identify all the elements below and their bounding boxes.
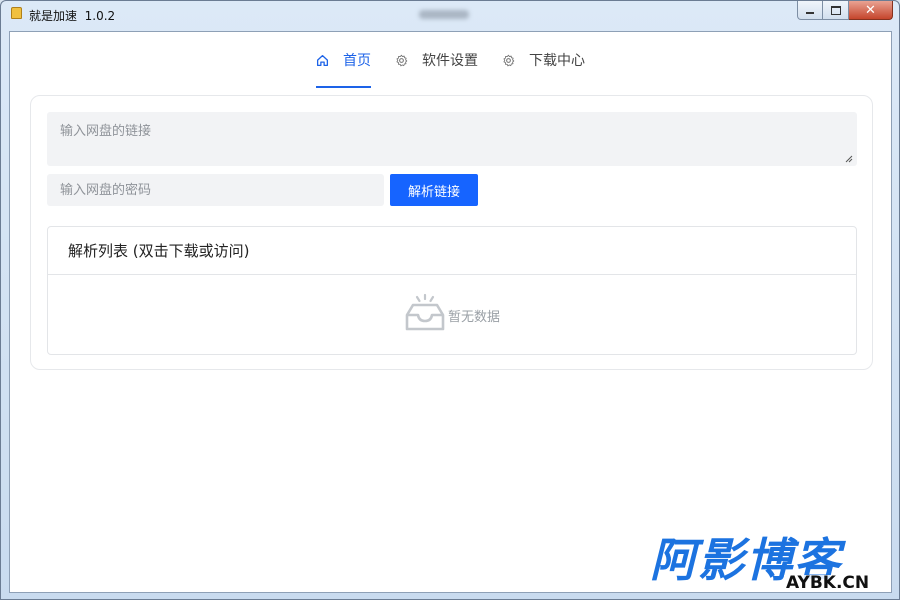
parse-link-button[interactable]: 解析链接	[390, 174, 478, 206]
empty-state: 暂无数据	[48, 276, 856, 354]
empty-state-text: 暂无数据	[447, 309, 500, 325]
window-title: 就是加速 1.0.2	[29, 9, 116, 23]
maximize-button[interactable]	[823, 1, 849, 20]
maximize-icon	[830, 5, 841, 15]
tab-bar: 首页 软件设置 下载中心	[10, 32, 891, 90]
minimize-icon	[806, 12, 814, 14]
tab-download-center[interactable]: 下载中心	[502, 32, 585, 88]
tab-home-label: 首页	[343, 53, 371, 69]
parse-list-panel: 解析列表 (双击下载或访问) 暂无数据	[47, 226, 857, 355]
gear-icon	[503, 54, 515, 66]
title-bar[interactable]: 就是加速 1.0.2 ✕	[1, 1, 899, 29]
home-icon	[316, 54, 329, 66]
close-button[interactable]: ✕	[849, 1, 893, 20]
watermark-sub: AYBK.CN	[784, 573, 872, 593]
gear-icon	[396, 54, 408, 66]
blurred-title-region	[419, 10, 469, 19]
app-window: 就是加速 1.0.2 ✕ 首页 软件设置 下载中心 输入网盘的链接 输入网盘的密…	[0, 0, 900, 600]
link-input[interactable]	[47, 112, 857, 166]
tab-home[interactable]: 首页	[316, 32, 371, 88]
window-controls: ✕	[797, 1, 893, 20]
minimize-button[interactable]	[797, 1, 823, 20]
app-icon	[11, 7, 22, 19]
resize-grip-icon[interactable]	[845, 155, 853, 163]
close-icon: ✕	[865, 2, 876, 18]
empty-inbox-icon	[405, 293, 445, 331]
tab-settings[interactable]: 软件设置	[395, 32, 478, 88]
tab-settings-label: 软件设置	[422, 53, 478, 69]
parse-list-title: 解析列表 (双击下载或访问)	[48, 227, 856, 275]
password-input[interactable]	[47, 174, 384, 206]
parse-card: 解析链接 解析列表 (双击下载或访问) 暂无数据	[30, 95, 873, 370]
client-area: 首页 软件设置 下载中心 解析	[9, 31, 892, 593]
watermark-logo: 阿影博客 AYBK.CN	[650, 537, 890, 597]
tab-download-center-label: 下载中心	[529, 53, 585, 69]
